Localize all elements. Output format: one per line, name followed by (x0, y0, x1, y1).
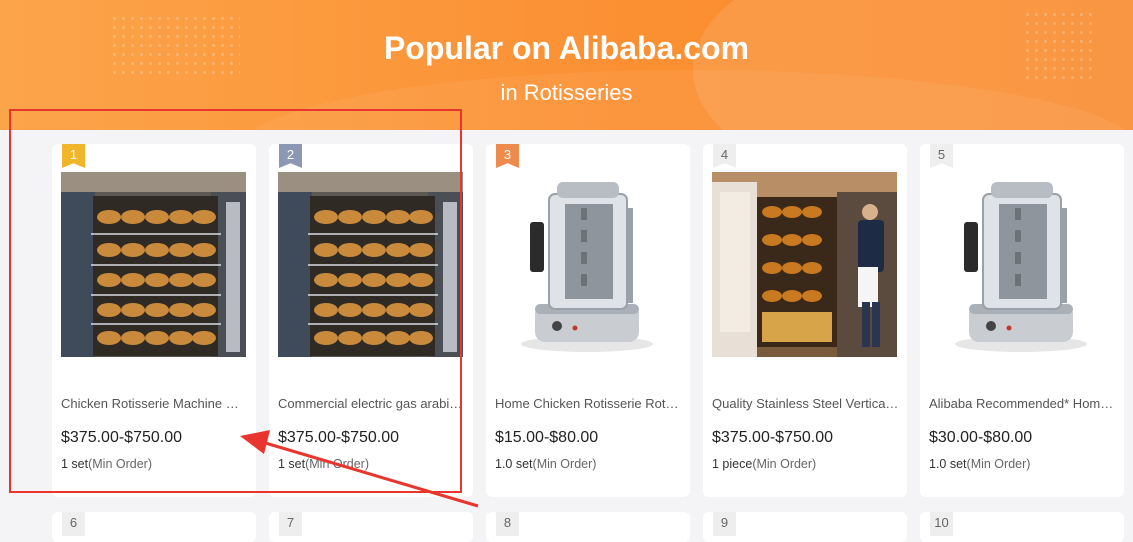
product-card-1[interactable]: 1 Chicken Rotisserie Machine Ga... $375.… (52, 144, 256, 497)
rank-badge: 3 (496, 144, 519, 168)
product-image[interactable] (929, 172, 1114, 357)
popular-banner: Popular on Alibaba.com in Rotisseries (0, 0, 1133, 130)
product-title[interactable]: Home Chicken Rotisserie Rota... (495, 396, 682, 411)
product-title[interactable]: Commercial electric gas arabic... (278, 396, 465, 411)
rank-badge: 2 (279, 144, 302, 168)
product-image[interactable] (61, 172, 246, 357)
min-order: 1 set(Min Order) (61, 457, 153, 471)
product-card-3[interactable]: 3 Home Chicken Rotisserie Rota... $15.00… (486, 144, 690, 497)
min-order: 1.0 set(Min Order) (929, 457, 1031, 471)
product-card-9[interactable]: 9 (703, 512, 907, 542)
banner-subtitle: in Rotisseries (500, 80, 633, 105)
product-title[interactable]: Chicken Rotisserie Machine Ga... (61, 396, 248, 411)
rank-badge: 5 (930, 144, 953, 168)
min-order: 1 piece(Min Order) (712, 457, 817, 471)
min-order: 1 set(Min Order) (278, 457, 370, 471)
rank-badge: 8 (496, 512, 519, 536)
product-card-6[interactable]: 6 (52, 512, 256, 542)
product-price: $375.00-$750.00 (61, 429, 182, 446)
product-title[interactable]: Alibaba Recommended* Home... (929, 396, 1116, 411)
product-price: $30.00-$80.00 (929, 429, 1033, 446)
product-card-10[interactable]: 10 (920, 512, 1124, 542)
banner-title: Popular on Alibaba.com (383, 30, 750, 66)
product-card-7[interactable]: 7 (269, 512, 473, 542)
product-card-5[interactable]: 5 Alibaba Recommended* Home... $30.00-$8… (920, 144, 1124, 497)
rank-badge: 9 (713, 512, 736, 536)
product-card-8[interactable]: 8 (486, 512, 690, 542)
product-price: $15.00-$80.00 (495, 429, 599, 446)
product-title[interactable]: Quality Stainless Steel Vertical ... (712, 396, 899, 411)
product-image[interactable] (495, 172, 680, 357)
product-image[interactable] (278, 172, 463, 357)
product-card-2[interactable]: 2 Commercial electric gas arabic... $375… (269, 144, 473, 497)
rank-badge: 7 (279, 512, 302, 536)
min-order: 1.0 set(Min Order) (495, 457, 597, 471)
product-price: $375.00-$750.00 (278, 429, 399, 446)
rank-badge: 4 (713, 144, 736, 168)
product-price: $375.00-$750.00 (712, 429, 833, 446)
product-image[interactable] (712, 172, 897, 357)
product-card-4[interactable]: 4 Quality Stainless Steel Vertical ... $… (703, 144, 907, 497)
rank-badge: 1 (62, 144, 85, 168)
rank-badge: 10 (930, 512, 953, 536)
rank-badge: 6 (62, 512, 85, 536)
